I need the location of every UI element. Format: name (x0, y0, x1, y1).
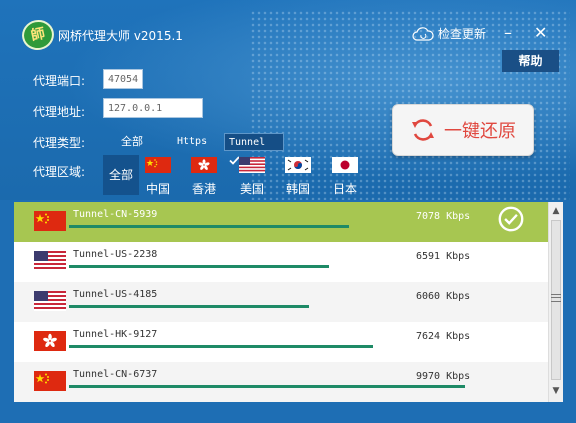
port-field[interactable]: 47054 (103, 69, 143, 89)
region-option-jp-label: 日本 (332, 182, 357, 196)
help-button[interactable]: 帮助 (502, 50, 559, 72)
server-name: Tunnel-HK-9127 (73, 329, 158, 340)
region-label: 代理区域: (33, 165, 86, 179)
app-logo-icon: 師 (19, 17, 57, 53)
region-option-hk-label: 香港 (191, 182, 216, 196)
cloud-icon (412, 26, 434, 41)
server-row[interactable]: Tunnel-US-2238 6591 Kbps (14, 242, 548, 282)
server-name: Tunnel-CN-6737 (73, 369, 158, 380)
cn-flag-icon (145, 157, 171, 173)
speed-bar (69, 385, 465, 388)
region-option-jp[interactable]: 日本 (325, 157, 365, 197)
region-option-us-label: 美国 (239, 182, 264, 196)
scroll-down-icon[interactable]: ▼ (550, 384, 562, 398)
jp-flag-icon (332, 157, 358, 173)
scroll-up-icon[interactable]: ▲ (550, 204, 562, 218)
speed-bar (69, 265, 329, 268)
speed-bar (69, 305, 309, 308)
one-click-restore-button[interactable]: 一键还原 (392, 104, 534, 156)
server-speed: 7624 Kbps (416, 331, 471, 342)
port-label: 代理端口: (33, 74, 86, 88)
cn-flag-icon (34, 211, 66, 231)
server-name: Tunnel-US-2238 (73, 249, 158, 260)
server-row[interactable]: Tunnel-CN-5939 7078 Kbps (14, 202, 548, 242)
kr-flag-icon (285, 157, 311, 173)
server-speed: 6060 Kbps (416, 291, 471, 302)
cn-flag-icon (34, 371, 66, 391)
server-row[interactable]: Tunnel-HK-9127 7624 Kbps (14, 322, 548, 362)
type-option-https[interactable]: Https (177, 133, 207, 151)
one-click-restore-label: 一键还原 (444, 121, 516, 142)
speed-bar (69, 225, 349, 228)
server-list: Tunnel-CN-5939 7078 Kbps Tunnel-US-2238 … (14, 202, 548, 402)
server-row[interactable]: Tunnel-CN-6737 9970 Kbps (14, 362, 548, 402)
type-label: 代理类型: (33, 136, 86, 150)
region-option-kr[interactable]: 韩国 (278, 157, 318, 197)
type-option-tunnel[interactable]: Tunnel (224, 133, 284, 165)
speed-bar (69, 345, 373, 348)
region-option-kr-label: 韩国 (285, 182, 310, 196)
region-option-cn-label: 中国 (145, 182, 170, 196)
selected-check-icon (498, 206, 524, 232)
hk-flag-icon (191, 157, 217, 173)
list-scrollbar[interactable]: ▲ ▼ (548, 202, 563, 402)
us-flag-icon (34, 251, 66, 271)
address-label: 代理地址: (33, 105, 86, 119)
region-option-all[interactable]: 全部 (103, 155, 139, 195)
check-update-button[interactable]: 检查更新 (412, 25, 486, 42)
app-window: 師 网桥代理大师 v2015.1 检查更新 – ✕ 帮助 代理端口: 47054… (0, 0, 576, 423)
window-bottom-frame (0, 402, 576, 423)
server-speed: 9970 Kbps (416, 371, 471, 382)
region-option-hk[interactable]: 香港 (184, 157, 224, 197)
server-name: Tunnel-CN-5939 (73, 209, 158, 220)
minimize-button[interactable]: – (504, 24, 512, 42)
grip-icon (551, 294, 561, 302)
type-option-all[interactable]: 全部 (121, 133, 143, 151)
close-button[interactable]: ✕ (534, 24, 547, 42)
region-option-us[interactable]: 美国 (232, 157, 272, 197)
server-speed: 6591 Kbps (416, 251, 471, 262)
server-name: Tunnel-US-4185 (73, 289, 158, 300)
type-option-tunnel-label: Tunnel (229, 137, 266, 148)
address-field[interactable]: 127.0.0.1 (103, 98, 203, 118)
region-option-cn[interactable]: 中国 (138, 157, 178, 197)
refresh-icon (412, 119, 434, 141)
check-update-label: 检查更新 (438, 27, 487, 41)
us-flag-icon (239, 157, 265, 173)
server-row[interactable]: Tunnel-US-4185 6060 Kbps (14, 282, 548, 322)
us-flag-icon (34, 291, 66, 311)
app-title: 网桥代理大师 v2015.1 (58, 29, 183, 43)
title-bar: 師 网桥代理大师 v2015.1 检查更新 – ✕ (0, 0, 576, 53)
hk-flag-icon (34, 331, 66, 351)
server-speed: 7078 Kbps (416, 211, 471, 222)
